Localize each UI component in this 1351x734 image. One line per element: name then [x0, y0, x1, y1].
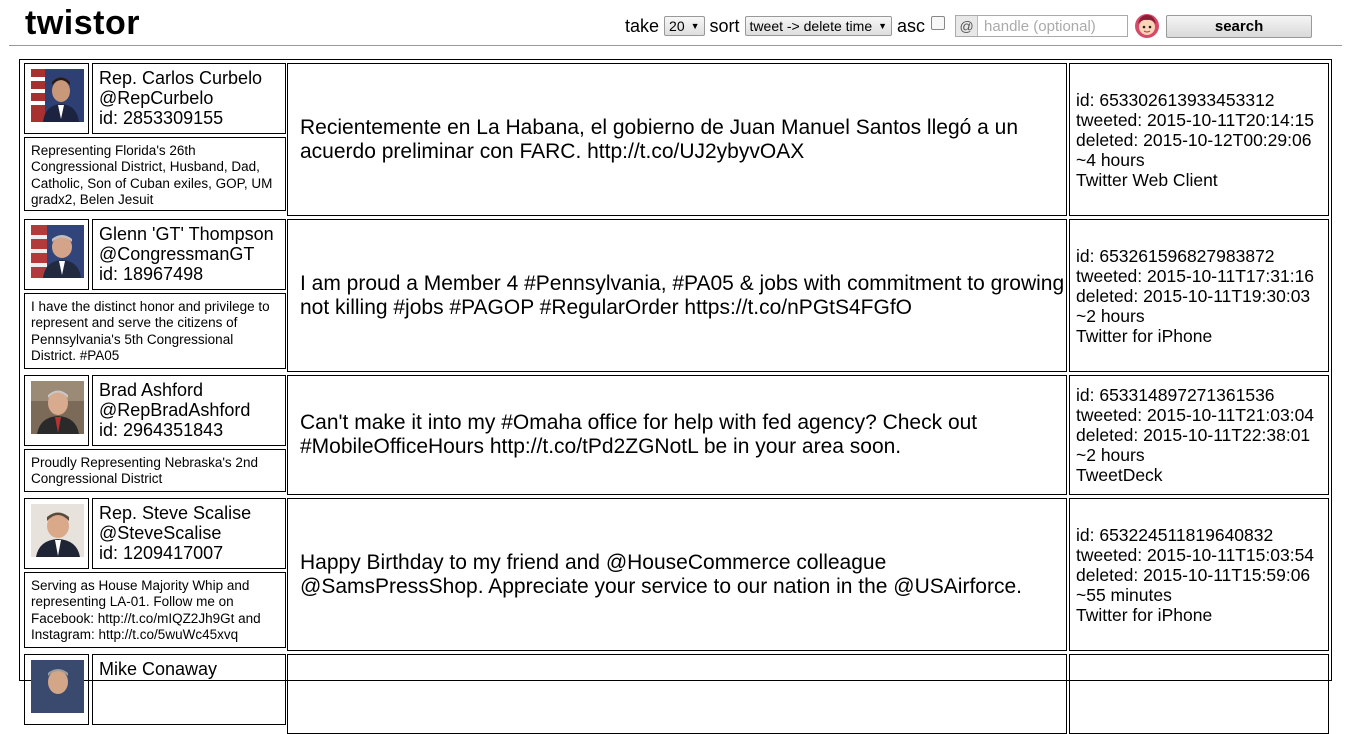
tweet-text: I am proud a Member 4 #Pennsylvania, #PA…: [287, 219, 1067, 372]
user-bio: I have the distinct honor and privilege …: [24, 293, 286, 369]
take-select[interactable]: 20 ▼: [664, 16, 705, 36]
user-handle[interactable]: @RepCurbelo: [99, 88, 285, 108]
user-handle[interactable]: @SteveScalise: [99, 523, 285, 543]
user-bio: Serving as House Majority Whip and repre…: [24, 572, 286, 648]
profile-photo-cell: [24, 654, 89, 725]
tweet-text: [287, 654, 1067, 734]
tweet-text: Happy Birthday to my friend and @HouseCo…: [287, 498, 1067, 651]
lifespan: ~55 minutes: [1076, 584, 1172, 605]
user-id: id: 1209417007: [99, 543, 224, 563]
profile-photo-cell: [24, 498, 89, 569]
tweet-client: Twitter for iPhone: [1076, 604, 1213, 625]
tweet-text-content: I am proud a Member 4 #Pennsylvania, #PA…: [300, 271, 1065, 319]
profile-photo[interactable]: [31, 225, 84, 278]
lifespan: ~2 hours: [1076, 305, 1145, 326]
tweet-text-content: Can't make it into my #Omaha office for …: [300, 411, 978, 458]
handle-field[interactable]: @: [955, 15, 1129, 37]
tweet-text: Recientemente en La Habana, el gobierno …: [287, 63, 1067, 216]
at-prefix: @: [956, 16, 979, 36]
query-controls: take 20 ▼ sort tweet -> delete time ▼ as…: [625, 12, 1313, 40]
sort-label: sort: [709, 15, 740, 36]
sort-select-value: tweet -> delete time: [749, 18, 873, 34]
user-identity: Rep. Carlos Curbelo @RepCurbelo id: 2853…: [92, 63, 286, 134]
search-button[interactable]: search: [1166, 14, 1313, 38]
results-table: Rep. Carlos Curbelo @RepCurbelo id: 2853…: [19, 59, 1332, 734]
tweet-metadata: id: 653302613933453312 tweeted: 2015-10-…: [1069, 63, 1329, 216]
tweet-client: Twitter for iPhone: [1076, 325, 1213, 346]
tweet-id: id: 653314897271361536: [1076, 385, 1275, 405]
profile-photo[interactable]: [31, 69, 84, 122]
user-bio: Proudly Representing Nebraska's 2nd Cong…: [24, 449, 286, 492]
user-id: id: 18967498: [99, 264, 204, 284]
tweet-text-content: Recientemente en La Habana, el gobierno …: [300, 115, 1019, 163]
user-name[interactable]: Rep. Steve Scalise: [99, 503, 285, 523]
header-divider: [9, 45, 1342, 46]
asc-checkbox[interactable]: [931, 16, 946, 30]
tweet-text-content: Happy Birthday to my friend and @HouseCo…: [300, 550, 1022, 598]
tweet-id: id: 653224511819640832: [1076, 524, 1274, 545]
tweet-text: Can't make it into my #Omaha office for …: [287, 375, 1067, 495]
user-name[interactable]: Brad Ashford: [99, 380, 285, 400]
user-handle[interactable]: @CongressmanGT: [99, 244, 285, 264]
tweeted-time: tweeted: 2015-10-11T17:31:16: [1076, 265, 1315, 286]
asc-label: asc: [897, 15, 926, 36]
profile-photo-cell: [24, 375, 89, 446]
lifespan: ~2 hours: [1076, 445, 1145, 465]
user-name[interactable]: Glenn 'GT' Thompson: [99, 224, 285, 244]
tweet-id: id: 653261596827983872: [1076, 245, 1275, 266]
app-title[interactable]: twistor: [25, 4, 140, 43]
profile-photo[interactable]: [31, 504, 84, 557]
user-handle[interactable]: @RepBradAshford: [99, 400, 285, 420]
deleted-time: deleted: 2015-10-12T00:29:06: [1076, 129, 1312, 150]
profile-photo-cell: [24, 219, 89, 290]
user-identity: Glenn 'GT' Thompson @CongressmanGT id: 1…: [92, 219, 286, 290]
tweeted-time: tweeted: 2015-10-11T15:03:54: [1076, 544, 1315, 565]
tweeted-time: tweeted: 2015-10-11T20:14:15: [1076, 109, 1315, 130]
user-identity: Mike Conaway: [92, 654, 286, 725]
tweet-metadata: [1069, 654, 1329, 734]
user-id: id: 2964351843: [99, 420, 224, 440]
sort-select[interactable]: tweet -> delete time ▼: [744, 16, 893, 36]
take-label: take: [625, 15, 660, 36]
user-identity: Rep. Steve Scalise @SteveScalise id: 120…: [92, 498, 286, 569]
tweet-id: id: 653302613933453312: [1076, 89, 1275, 110]
profile-photo-cell: [24, 63, 89, 134]
deleted-time: deleted: 2015-10-11T22:38:01: [1076, 425, 1311, 445]
user-name[interactable]: Mike Conaway: [99, 659, 285, 679]
handle-input[interactable]: [978, 16, 1127, 36]
user-id: id: 2853309155: [99, 108, 224, 128]
profile-photo[interactable]: [31, 381, 84, 434]
tweet-client: TweetDeck: [1076, 465, 1163, 485]
tweet-metadata: id: 653224511819640832 tweeted: 2015-10-…: [1069, 498, 1329, 651]
user-bio: Representing Florida's 26th Congressiona…: [24, 137, 286, 211]
take-select-value: 20: [669, 18, 685, 34]
user-name[interactable]: Rep. Carlos Curbelo: [99, 68, 285, 88]
chevron-down-icon: ▼: [878, 21, 888, 31]
header-bar: twistor take 20 ▼ sort tweet -> delete t…: [0, 0, 1351, 46]
user-avatar-icon[interactable]: [1134, 13, 1160, 39]
tweet-metadata: id: 653314897271361536 tweeted: 2015-10-…: [1069, 375, 1329, 495]
chevron-down-icon: ▼: [690, 21, 700, 31]
deleted-time: deleted: 2015-10-11T19:30:03: [1076, 285, 1311, 306]
deleted-time: deleted: 2015-10-11T15:59:06: [1076, 564, 1311, 585]
tweet-metadata: id: 653261596827983872 tweeted: 2015-10-…: [1069, 219, 1329, 372]
user-identity: Brad Ashford @RepBradAshford id: 2964351…: [92, 375, 286, 446]
tweet-client: Twitter Web Client: [1076, 169, 1218, 190]
lifespan: ~4 hours: [1076, 149, 1145, 170]
tweeted-time: tweeted: 2015-10-11T21:03:04: [1076, 405, 1315, 425]
